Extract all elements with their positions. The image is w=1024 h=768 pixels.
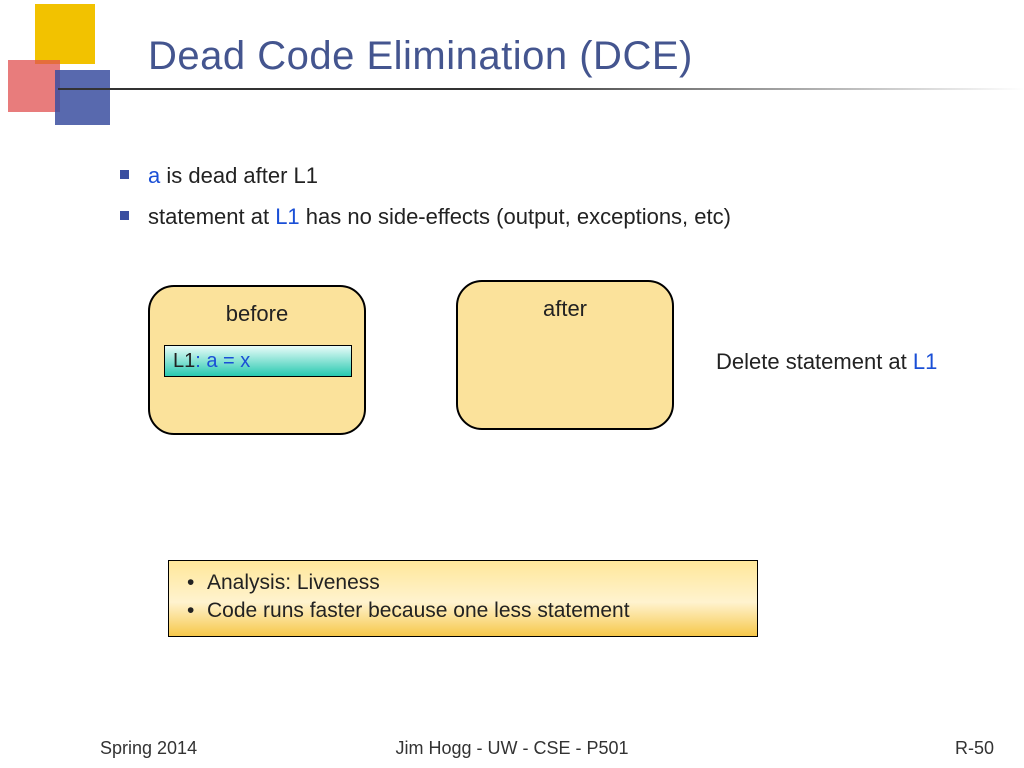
before-box: before L1: a = x <box>148 285 366 435</box>
summary-item: Code runs faster because one less statem… <box>173 597 753 625</box>
code-label: L1 <box>173 350 195 373</box>
keyword: L1 <box>275 204 299 229</box>
bullet-list: a is dead after L1 statement at L1 has n… <box>120 158 731 240</box>
bullet-text: is dead after L1 <box>160 163 318 188</box>
bullet-text: statement at <box>148 204 275 229</box>
after-box: after <box>456 280 674 430</box>
after-label: after <box>458 282 672 322</box>
slide: Dead Code Elimination (DCE) a is dead af… <box>0 0 1024 768</box>
code-body: : a = x <box>195 350 250 373</box>
footer-right: R-50 <box>955 738 994 759</box>
before-label: before <box>150 287 364 327</box>
delete-note-text: Delete statement at <box>716 349 913 374</box>
keyword: a <box>148 163 160 188</box>
bullet-item: statement at L1 has no side-effects (out… <box>120 199 731 234</box>
keyword: L1 <box>913 349 937 374</box>
delete-note: Delete statement at L1 <box>716 349 937 375</box>
code-statement: L1: a = x <box>164 345 352 377</box>
bullet-item: a is dead after L1 <box>120 158 731 193</box>
summary-item: Analysis: Liveness <box>173 569 753 597</box>
summary-box: Analysis: Liveness Code runs faster beca… <box>168 560 758 637</box>
title-rule <box>58 88 1024 90</box>
title-area: Dead Code Elimination (DCE) <box>0 34 1024 79</box>
bullet-text: has no side-effects (output, exceptions,… <box>300 204 731 229</box>
footer-center: Jim Hogg - UW - CSE - P501 <box>0 738 1024 759</box>
slide-title: Dead Code Elimination (DCE) <box>0 34 1024 79</box>
